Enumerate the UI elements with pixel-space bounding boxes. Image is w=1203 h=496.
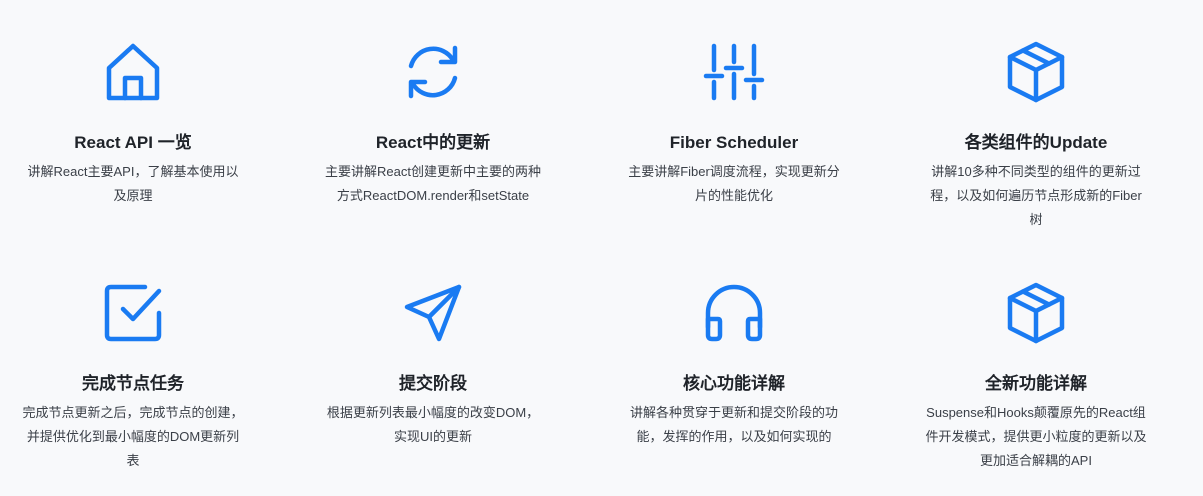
checkbox-icon	[101, 281, 165, 345]
feature-title: 全新功能详解	[985, 374, 1087, 393]
feature-title: 提交阶段	[399, 374, 467, 393]
feature-description: 主要讲解React创建更新中主要的两种方式ReactDOM.render和set…	[325, 164, 541, 203]
feature-title: 完成节点任务	[82, 374, 184, 393]
refresh-icon	[401, 40, 465, 104]
box-icon	[1004, 40, 1068, 104]
feature-title: React API 一览	[74, 133, 192, 152]
feature-grid: React API 一览 讲解React主要API，了解基本使用以及原理 Rea…	[0, 0, 1203, 496]
feature-description: 主要讲解Fiber调度流程，实现更新分片的性能优化	[628, 164, 840, 203]
feature-card-fiber-scheduler: Fiber Scheduler 主要讲解Fiber调度流程，实现更新分片的性能优…	[619, 40, 849, 208]
feature-card-react-update: React中的更新 主要讲解React创建更新中主要的两种方式ReactDOM.…	[318, 40, 548, 208]
feature-description: 讲解10多种不同类型的组件的更新过程，以及如何遍历节点形成新的Fiber树	[930, 164, 1142, 227]
feature-card-component-update: 各类组件的Update 讲解10多种不同类型的组件的更新过程，以及如何遍历节点形…	[921, 40, 1151, 232]
feature-description: 根据更新列表最小幅度的改变DOM，实现UI的更新	[326, 405, 540, 444]
feature-title: 各类组件的Update	[964, 133, 1108, 152]
feature-card-react-api: React API 一览 讲解React主要API，了解基本使用以及原理	[18, 40, 248, 208]
sliders-icon	[702, 40, 766, 104]
feature-title: 核心功能详解	[683, 374, 785, 393]
feature-description: Suspense和Hooks颠覆原先的React组件开发模式，提供更小粒度的更新…	[925, 405, 1147, 468]
feature-card-new-features: 全新功能详解 Suspense和Hooks颠覆原先的React组件开发模式，提供…	[921, 281, 1151, 473]
feature-title: Fiber Scheduler	[669, 133, 799, 152]
feature-description: 讲解React主要API，了解基本使用以及原理	[27, 164, 239, 203]
feature-card-complete-node: 完成节点任务 完成节点更新之后，完成节点的创建，并提供优化到最小幅度的DOM更新…	[18, 281, 248, 473]
send-icon	[401, 281, 465, 345]
feature-card-core-features: 核心功能详解 讲解各种贯穿于更新和提交阶段的功能，发挥的作用，以及如何实现的	[619, 281, 849, 449]
feature-description: 讲解各种贯穿于更新和提交阶段的功能，发挥的作用，以及如何实现的	[629, 405, 838, 444]
feature-title: React中的更新	[375, 133, 491, 152]
home-icon	[101, 40, 165, 104]
feature-card-commit-phase: 提交阶段 根据更新列表最小幅度的改变DOM，实现UI的更新	[318, 281, 548, 449]
box-icon	[1004, 281, 1068, 345]
feature-description: 完成节点更新之后，完成节点的创建，并提供优化到最小幅度的DOM更新列表	[22, 405, 244, 468]
headphones-icon	[702, 281, 766, 345]
